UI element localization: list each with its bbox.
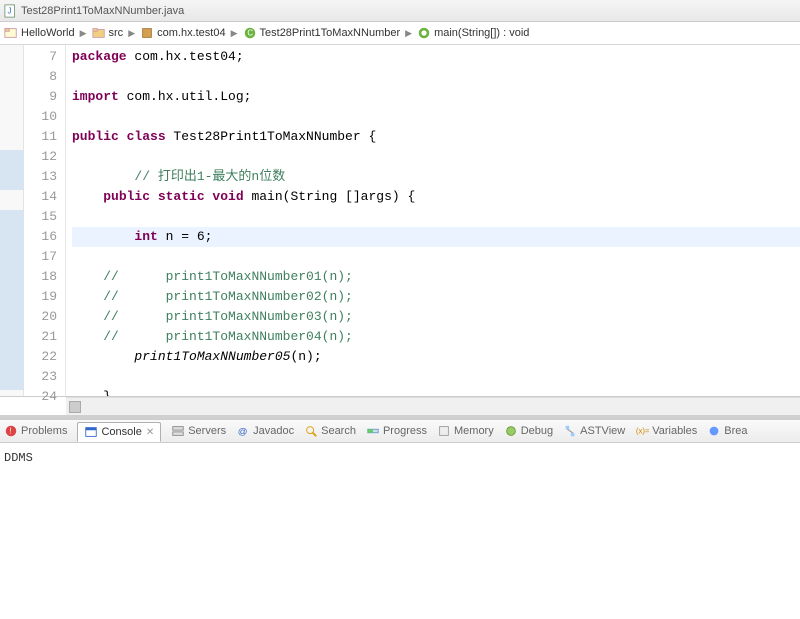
svg-text:!: ! [9, 427, 11, 436]
editor[interactable]: 789101112131415161718192021222324 packag… [0, 45, 800, 397]
code-area[interactable]: package com.hx.test04; import com.hx.util… [66, 45, 800, 396]
view-tab-variables[interactable]: (x)=Variables [635, 424, 697, 438]
line-number: 22 [24, 347, 57, 367]
code-line[interactable]: package com.hx.test04; [72, 47, 800, 67]
code-line[interactable] [72, 207, 800, 227]
line-number: 20 [24, 307, 57, 327]
code-line[interactable] [72, 67, 800, 87]
view-tab-problems[interactable]: !Problems [4, 424, 67, 438]
console-output: DDMS [0, 443, 800, 473]
breadcrumb-item[interactable]: HelloWorld [4, 26, 75, 40]
line-number: 16 [24, 227, 57, 247]
code-line[interactable] [72, 367, 800, 387]
breadcrumb-separator-icon: ▶ [405, 28, 412, 39]
views-tab-bar: !Problems Console✕ Servers @Javadoc Search Pr… [0, 419, 800, 443]
code-line[interactable]: // 打印出1-最大的n位数 [72, 167, 800, 187]
view-tab-javadoc[interactable]: @Javadoc [236, 424, 294, 438]
view-tab-console[interactable]: Console✕ [77, 422, 161, 442]
code-line[interactable]: // print1ToMaxNNumber02(n); [72, 287, 800, 307]
line-number: 15 [24, 207, 57, 227]
view-tab-astview[interactable]: ASTView [563, 424, 625, 438]
code-line[interactable]: // print1ToMaxNNumber04(n); [72, 327, 800, 347]
line-number: 12 [24, 147, 57, 167]
line-number: 14 [24, 187, 57, 207]
close-icon[interactable]: ✕ [146, 427, 154, 438]
line-number-gutter: 789101112131415161718192021222324 [24, 45, 66, 396]
line-number: 23 [24, 367, 57, 387]
view-tab-search[interactable]: Search [304, 424, 356, 438]
view-tab-debug[interactable]: Debug [504, 424, 553, 438]
breadcrumb-item[interactable]: main(String[]) : void [417, 26, 529, 40]
code-line[interactable]: int n = 6; [72, 227, 800, 247]
code-line[interactable]: // print1ToMaxNNumber03(n); [72, 307, 800, 327]
breadcrumb-separator-icon: ▶ [231, 28, 238, 39]
editor-tab-title[interactable]: Test28Print1ToMaxNNumber.java [21, 5, 184, 17]
svg-text:J: J [8, 6, 12, 15]
svg-text:(x)=: (x)= [636, 427, 649, 436]
view-tab-brea[interactable]: Brea [707, 424, 747, 438]
code-line[interactable]: public static void main(String []args) { [72, 187, 800, 207]
line-number: 9 [24, 87, 57, 107]
line-number: 24 [24, 387, 57, 407]
line-number: 7 [24, 47, 57, 67]
line-number: 8 [24, 67, 57, 87]
fold-margin [0, 45, 24, 396]
svg-text:@: @ [238, 427, 248, 438]
code-line[interactable]: import com.hx.util.Log; [72, 87, 800, 107]
line-number: 11 [24, 127, 57, 147]
code-line[interactable]: print1ToMaxNNumber05(n); [72, 347, 800, 367]
breadcrumb-separator-icon: ▶ [80, 28, 87, 39]
line-number: 21 [24, 327, 57, 347]
code-line[interactable]: // print1ToMaxNNumber01(n); [72, 267, 800, 287]
line-number: 10 [24, 107, 57, 127]
view-tab-memory[interactable]: Memory [437, 424, 494, 438]
view-tab-progress[interactable]: Progress [366, 424, 427, 438]
breadcrumb-bar: HelloWorld ▶ src ▶ com.hx.test04 ▶ CTest28Prin… [0, 22, 800, 45]
view-tab-servers[interactable]: Servers [171, 424, 226, 438]
breadcrumb-item[interactable]: com.hx.test04 [140, 26, 225, 40]
code-line[interactable]: public class Test28Print1ToMaxNNumber { [72, 127, 800, 147]
breadcrumb-separator-icon: ▶ [128, 28, 135, 39]
editor-tab-bar: J Test28Print1ToMaxNNumber.java [0, 0, 800, 22]
line-number: 19 [24, 287, 57, 307]
line-number: 13 [24, 167, 57, 187]
console-panel: DDMS [0, 443, 800, 619]
java-file-icon: J [4, 4, 18, 18]
breadcrumb-item[interactable]: CTest28Print1ToMaxNNumber [243, 26, 401, 40]
editor-horizontal-scrollbar[interactable] [66, 397, 800, 415]
svg-text:C: C [247, 29, 253, 38]
code-line[interactable]: } [72, 387, 800, 396]
line-number: 18 [24, 267, 57, 287]
code-line[interactable] [72, 107, 800, 127]
code-line[interactable] [72, 147, 800, 167]
breadcrumb-item[interactable]: src [92, 26, 124, 40]
code-line[interactable] [72, 247, 800, 267]
line-number: 17 [24, 247, 57, 267]
